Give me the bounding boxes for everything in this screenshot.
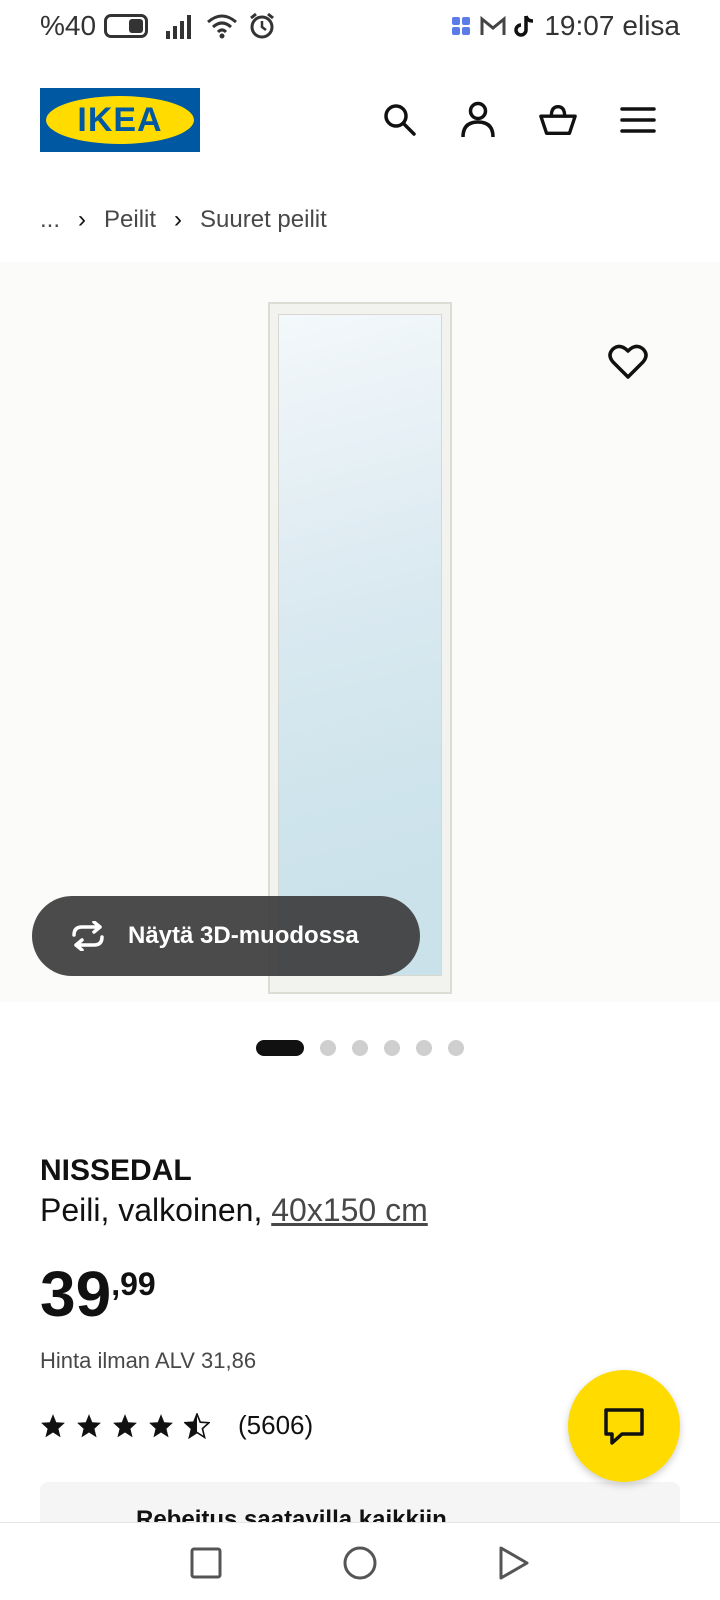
status-icons (166, 12, 276, 40)
search-button[interactable] (380, 100, 420, 140)
clock: 19:07 (544, 10, 615, 41)
pagination-dot-3[interactable] (352, 1040, 368, 1056)
pagination-dot-5[interactable] (416, 1040, 432, 1056)
account-icon (461, 101, 495, 138)
pagination-dot-1[interactable] (256, 1040, 304, 1056)
menu-button[interactable] (618, 100, 658, 140)
battery-icon (104, 14, 149, 38)
search-icon (384, 104, 416, 136)
product-description-text: Peili, valkoinen, (40, 1192, 263, 1228)
breadcrumb-suuret-peilit[interactable]: Suuret peilit (200, 206, 327, 234)
view-3d-label: Näytä 3D-muodossa (128, 922, 359, 949)
battery-percent: %40 (40, 10, 97, 41)
home-button[interactable] (338, 1541, 382, 1585)
ikea-logo[interactable]: IKEA (40, 88, 200, 152)
product-gallery[interactable]: Näytä 3D-muodossa (0, 262, 720, 1002)
basket-button[interactable] (538, 100, 578, 140)
back-button[interactable] (492, 1541, 536, 1585)
status-bar: %40 19:07 elisa (0, 0, 720, 56)
pagination-dot-2[interactable] (320, 1040, 336, 1056)
star-icon (77, 1413, 101, 1437)
view-3d-button[interactable]: Näytä 3D-muodossa (32, 896, 420, 976)
star-icon (149, 1413, 173, 1437)
site-header: IKEA (0, 86, 720, 156)
gallery-pagination (256, 1040, 464, 1056)
breadcrumb-peilit[interactable]: Peilit (104, 206, 156, 234)
logo-text: IKEA (77, 100, 163, 139)
basket-icon (539, 104, 577, 135)
alarm-icon (250, 12, 274, 39)
price-integer: 39 (40, 1258, 112, 1330)
product-image-mirror (268, 302, 452, 994)
system-nav-bar (0, 1522, 720, 1600)
gmail-icon (480, 15, 506, 35)
product-name: NISSEDAL (40, 1154, 192, 1187)
square-icon (190, 1547, 222, 1579)
menu-icon (620, 107, 656, 133)
rotate-3d-icon (72, 921, 104, 951)
carrier: elisa (622, 10, 680, 41)
breadcrumb: ... › Peilit › Suuret peilit (40, 206, 327, 234)
app-grid-icon (452, 17, 471, 35)
status-right: 19:07 elisa (450, 10, 680, 42)
chevron-right-icon: › (78, 206, 87, 233)
pagination-dot-6[interactable] (448, 1040, 464, 1056)
product-rating[interactable]: (5606) (40, 1410, 313, 1441)
heart-icon (608, 344, 648, 379)
status-left: %40 (40, 10, 149, 42)
pagination-dot-4[interactable] (384, 1040, 400, 1056)
star-icon (41, 1413, 65, 1437)
star-half-icon (184, 1412, 210, 1439)
chevron-right-icon: › (174, 206, 183, 233)
recents-button[interactable] (184, 1541, 228, 1585)
product-size-link[interactable]: 40x150 cm (271, 1192, 428, 1228)
account-button[interactable] (458, 100, 498, 140)
star-icon (113, 1413, 137, 1437)
product-price: 39 ,99 (40, 1262, 156, 1326)
rating-count: (5606) (238, 1410, 314, 1440)
breadcrumb-ellipsis[interactable]: ... (40, 206, 60, 234)
circle-icon (343, 1546, 377, 1580)
chat-icon (604, 1408, 644, 1445)
price-decimal: ,99 (111, 1266, 156, 1302)
product-description: Peili, valkoinen, 40x150 cm (40, 1192, 428, 1229)
tiktok-icon (514, 15, 534, 37)
price-without-vat: Hinta ilman ALV 31,86 (40, 1348, 257, 1373)
chat-button[interactable] (568, 1370, 680, 1482)
signal-icon (166, 15, 191, 39)
wifi-icon (207, 14, 237, 39)
triangle-back-icon (499, 1546, 529, 1580)
favourite-button[interactable] (608, 344, 648, 384)
